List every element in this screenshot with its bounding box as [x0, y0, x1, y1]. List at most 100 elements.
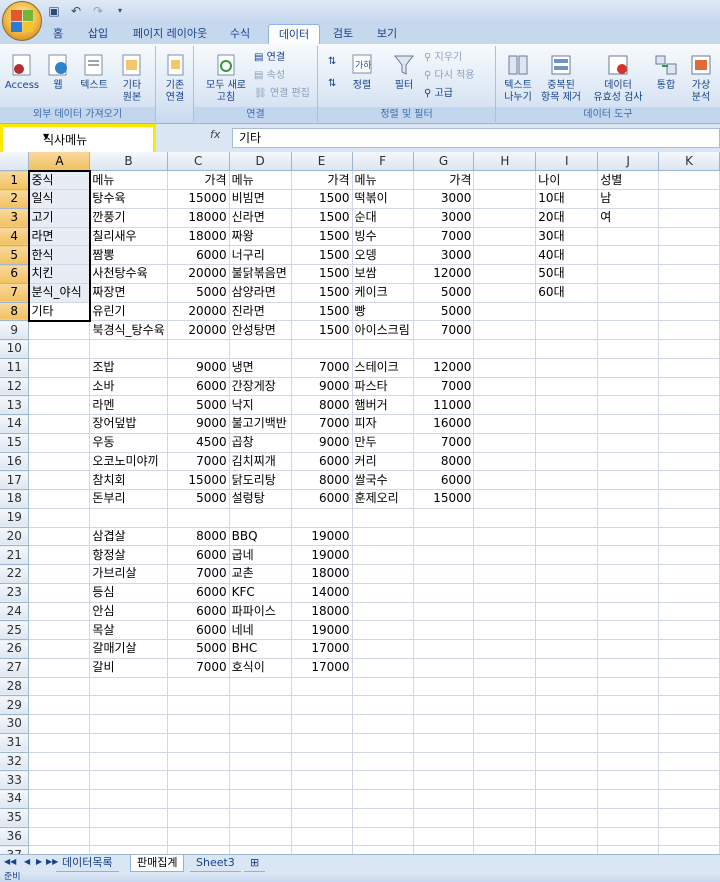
cell[interactable]	[352, 752, 414, 772]
cell[interactable]: 5000	[167, 395, 230, 415]
cell[interactable]: 18000	[167, 208, 230, 228]
cell[interactable]	[597, 658, 660, 678]
cell[interactable]: 깐풍기	[89, 208, 168, 228]
cell[interactable]	[167, 789, 230, 809]
cell[interactable]	[535, 733, 599, 753]
cell[interactable]	[229, 677, 292, 697]
cell[interactable]	[473, 227, 537, 247]
cell[interactable]	[352, 789, 414, 809]
cell[interactable]	[473, 658, 537, 678]
column-header[interactable]: K	[658, 152, 720, 172]
cell[interactable]	[597, 339, 660, 359]
cell[interactable]	[28, 714, 91, 734]
name-box[interactable]: 식사메뉴 ▼	[0, 124, 156, 155]
cell[interactable]: 20000	[167, 320, 230, 340]
row-header[interactable]: 33	[0, 770, 30, 790]
cell[interactable]	[28, 583, 91, 603]
cell[interactable]	[535, 714, 599, 734]
cell[interactable]	[167, 339, 230, 359]
cell[interactable]	[89, 808, 168, 828]
cell[interactable]	[473, 433, 537, 453]
cell[interactable]	[473, 489, 537, 509]
cell[interactable]	[597, 827, 660, 847]
cell[interactable]	[658, 489, 720, 509]
cell[interactable]	[535, 695, 599, 715]
cell[interactable]: 여	[597, 208, 660, 228]
cell[interactable]: 분식_야식	[28, 283, 91, 303]
cell[interactable]: 신라면	[229, 208, 292, 228]
cell[interactable]: 중식	[28, 170, 91, 190]
cell[interactable]	[473, 808, 537, 828]
cell[interactable]: 12000	[413, 264, 475, 284]
cell[interactable]	[473, 602, 537, 622]
cell[interactable]	[352, 714, 414, 734]
cell[interactable]	[535, 827, 599, 847]
tab-view[interactable]: 보기	[370, 24, 404, 44]
cell[interactable]	[535, 639, 599, 659]
cell[interactable]	[167, 733, 230, 753]
cell[interactable]	[597, 789, 660, 809]
cell[interactable]	[28, 639, 91, 659]
cell[interactable]	[413, 564, 475, 584]
cell[interactable]	[291, 827, 353, 847]
cell[interactable]	[658, 583, 720, 603]
prev-sheet-icon[interactable]: ◀	[24, 857, 30, 866]
cell[interactable]	[167, 845, 230, 854]
cell[interactable]	[473, 527, 537, 547]
cell[interactable]	[89, 339, 168, 359]
cell[interactable]	[28, 770, 91, 790]
cell[interactable]: 9000	[167, 358, 230, 378]
cell[interactable]	[658, 339, 720, 359]
cell[interactable]	[352, 808, 414, 828]
connections-button[interactable]: ▤ 연결	[254, 50, 285, 66]
cell[interactable]: 불닭볶음면	[229, 264, 292, 284]
cell[interactable]	[28, 602, 91, 622]
cell[interactable]	[291, 695, 353, 715]
cell[interactable]	[597, 545, 660, 565]
cell[interactable]: 케이크	[352, 283, 414, 303]
sheet-tab-2[interactable]: Sheet3	[190, 855, 241, 872]
cell[interactable]	[535, 658, 599, 678]
cell[interactable]	[658, 189, 720, 209]
cell[interactable]: 오코노미야끼	[89, 452, 168, 472]
sheet-tab-1[interactable]: 판매집계	[130, 855, 185, 872]
cell[interactable]: 1500	[291, 227, 353, 247]
reapply-button[interactable]: ⚲ 다시 적용	[424, 68, 475, 84]
cell[interactable]	[229, 827, 292, 847]
cell[interactable]	[658, 358, 720, 378]
undo-icon[interactable]: ↶	[68, 3, 84, 19]
cell[interactable]	[413, 339, 475, 359]
cell[interactable]: 60대	[535, 283, 599, 303]
cell[interactable]	[658, 508, 720, 528]
cell[interactable]	[473, 677, 537, 697]
cell[interactable]	[473, 264, 537, 284]
cell[interactable]: 6000	[167, 377, 230, 397]
cell[interactable]	[473, 170, 537, 190]
cell[interactable]: 6000	[291, 452, 353, 472]
cell[interactable]	[658, 714, 720, 734]
cell[interactable]: 한식	[28, 245, 91, 265]
cell[interactable]	[535, 602, 599, 622]
cell[interactable]	[658, 433, 720, 453]
cell[interactable]: 15000	[167, 470, 230, 490]
column-header[interactable]: B	[89, 152, 168, 172]
cell[interactable]	[28, 677, 91, 697]
cell[interactable]	[597, 845, 660, 854]
cell[interactable]	[167, 827, 230, 847]
cell[interactable]: 비빔면	[229, 189, 292, 209]
cell[interactable]	[597, 770, 660, 790]
access-button[interactable]: Access	[4, 52, 40, 92]
filter-button[interactable]: 필터	[388, 52, 420, 92]
cell[interactable]	[229, 845, 292, 854]
cell[interactable]	[89, 752, 168, 772]
cell[interactable]: 가격	[291, 170, 353, 190]
cell[interactable]	[658, 227, 720, 247]
cell[interactable]	[28, 658, 91, 678]
column-header[interactable]: I	[535, 152, 599, 172]
cell[interactable]	[473, 827, 537, 847]
cell[interactable]	[89, 845, 168, 854]
cell[interactable]	[658, 658, 720, 678]
cell[interactable]	[658, 808, 720, 828]
tab-review[interactable]: 검토	[326, 24, 360, 44]
cell[interactable]	[352, 639, 414, 659]
